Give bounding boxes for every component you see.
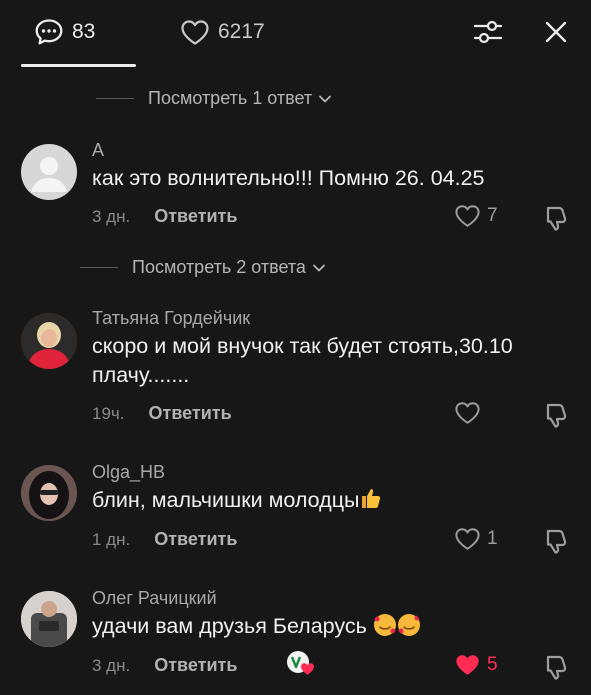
comment-text: блин, мальчишки молодцы xyxy=(92,486,572,515)
like-button[interactable]: 5 xyxy=(454,653,498,677)
tab-likes[interactable]: 6217 xyxy=(180,18,265,46)
comment-text: удачи вам друзья Беларусь xyxy=(92,612,572,641)
view-replies-label: Посмотреть 1 ответ xyxy=(148,88,313,108)
like-count: 7 xyxy=(487,205,498,226)
heart-outline-icon xyxy=(455,528,480,550)
heart-outline-icon xyxy=(455,402,480,424)
comments-count: 83 xyxy=(72,20,96,43)
thumbs-up-emoji-icon xyxy=(362,489,381,508)
dislike-icon[interactable] xyxy=(542,653,570,681)
comment-meta: 1 дн. Ответить xyxy=(92,529,237,550)
view-replies-button[interactable]: Посмотреть 1 ответ xyxy=(96,88,332,109)
reply-button[interactable]: Ответить xyxy=(154,655,237,676)
user-avatar[interactable] xyxy=(21,465,77,521)
speech-bubble-icon xyxy=(35,19,63,45)
dislike-icon[interactable] xyxy=(542,401,570,429)
sliders-icon xyxy=(473,20,503,44)
heart-outline-icon xyxy=(455,205,480,227)
like-count: 5 xyxy=(487,654,498,675)
comment-time: 19ч. xyxy=(92,403,125,423)
comment-time: 3 дн. xyxy=(92,206,131,226)
comment-text-body: удачи вам друзья Беларусь xyxy=(92,614,367,638)
comments-panel: 83 6217 Посмотреть 1 ответ A как это вол… xyxy=(0,0,591,695)
close-icon xyxy=(545,21,567,43)
comment-text: как это волнительно!!! Помню 26. 04.25 xyxy=(92,166,485,190)
filter-button[interactable] xyxy=(472,16,504,48)
comment-author[interactable]: A xyxy=(92,140,104,161)
view-replies-label: Посмотреть 2 ответа xyxy=(132,257,306,277)
comments-header: 83 6217 xyxy=(0,0,591,67)
dislike-icon[interactable] xyxy=(542,527,570,555)
likes-count: 6217 xyxy=(218,20,265,43)
comment-meta: 19ч. Ответить xyxy=(92,403,232,424)
chevron-down-icon xyxy=(319,95,332,102)
default-avatar-icon[interactable] xyxy=(21,144,77,200)
smiling-face-with-hearts-emoji-icon xyxy=(397,614,420,636)
comment-author[interactable]: Татьяна Гордейчик xyxy=(92,308,250,329)
like-button[interactable] xyxy=(454,401,487,425)
comment-author[interactable]: Olga_HB xyxy=(92,462,165,483)
user-avatar[interactable] xyxy=(21,313,77,369)
comment-text-body: блин, мальчишки молодцы xyxy=(92,488,360,512)
tab-comments[interactable]: 83 xyxy=(34,18,95,46)
like-count: 1 xyxy=(487,528,498,549)
active-tab-indicator xyxy=(21,64,136,67)
replies-divider xyxy=(80,267,118,268)
comment-time: 1 дн. xyxy=(92,529,131,549)
comment-time: 3 дн. xyxy=(92,655,131,675)
creator-liked-badge-icon xyxy=(287,651,314,675)
chevron-down-icon xyxy=(313,264,325,271)
comment-meta: 3 дн. Ответить xyxy=(92,655,237,676)
reply-button[interactable]: Ответить xyxy=(154,206,237,227)
reply-button[interactable]: Ответить xyxy=(149,403,232,424)
comment-text: скоро и мой внучок так будет стоять,30.1… xyxy=(92,334,513,387)
smiling-face-with-hearts-emoji-icon xyxy=(373,614,396,636)
heart-filled-icon xyxy=(456,655,479,675)
comment-author[interactable]: Олег Рачицкий xyxy=(92,588,217,609)
like-button[interactable]: 7 xyxy=(454,204,498,228)
heart-outline-icon xyxy=(181,19,209,45)
close-button[interactable] xyxy=(540,16,572,48)
dislike-icon[interactable] xyxy=(542,204,570,232)
replies-divider xyxy=(96,98,134,99)
like-button[interactable]: 1 xyxy=(454,527,498,551)
user-avatar[interactable] xyxy=(21,591,77,647)
view-replies-button[interactable]: Посмотреть 2 ответа xyxy=(80,257,326,278)
comment-meta: 3 дн. Ответить xyxy=(92,206,237,227)
reply-button[interactable]: Ответить xyxy=(154,529,237,550)
